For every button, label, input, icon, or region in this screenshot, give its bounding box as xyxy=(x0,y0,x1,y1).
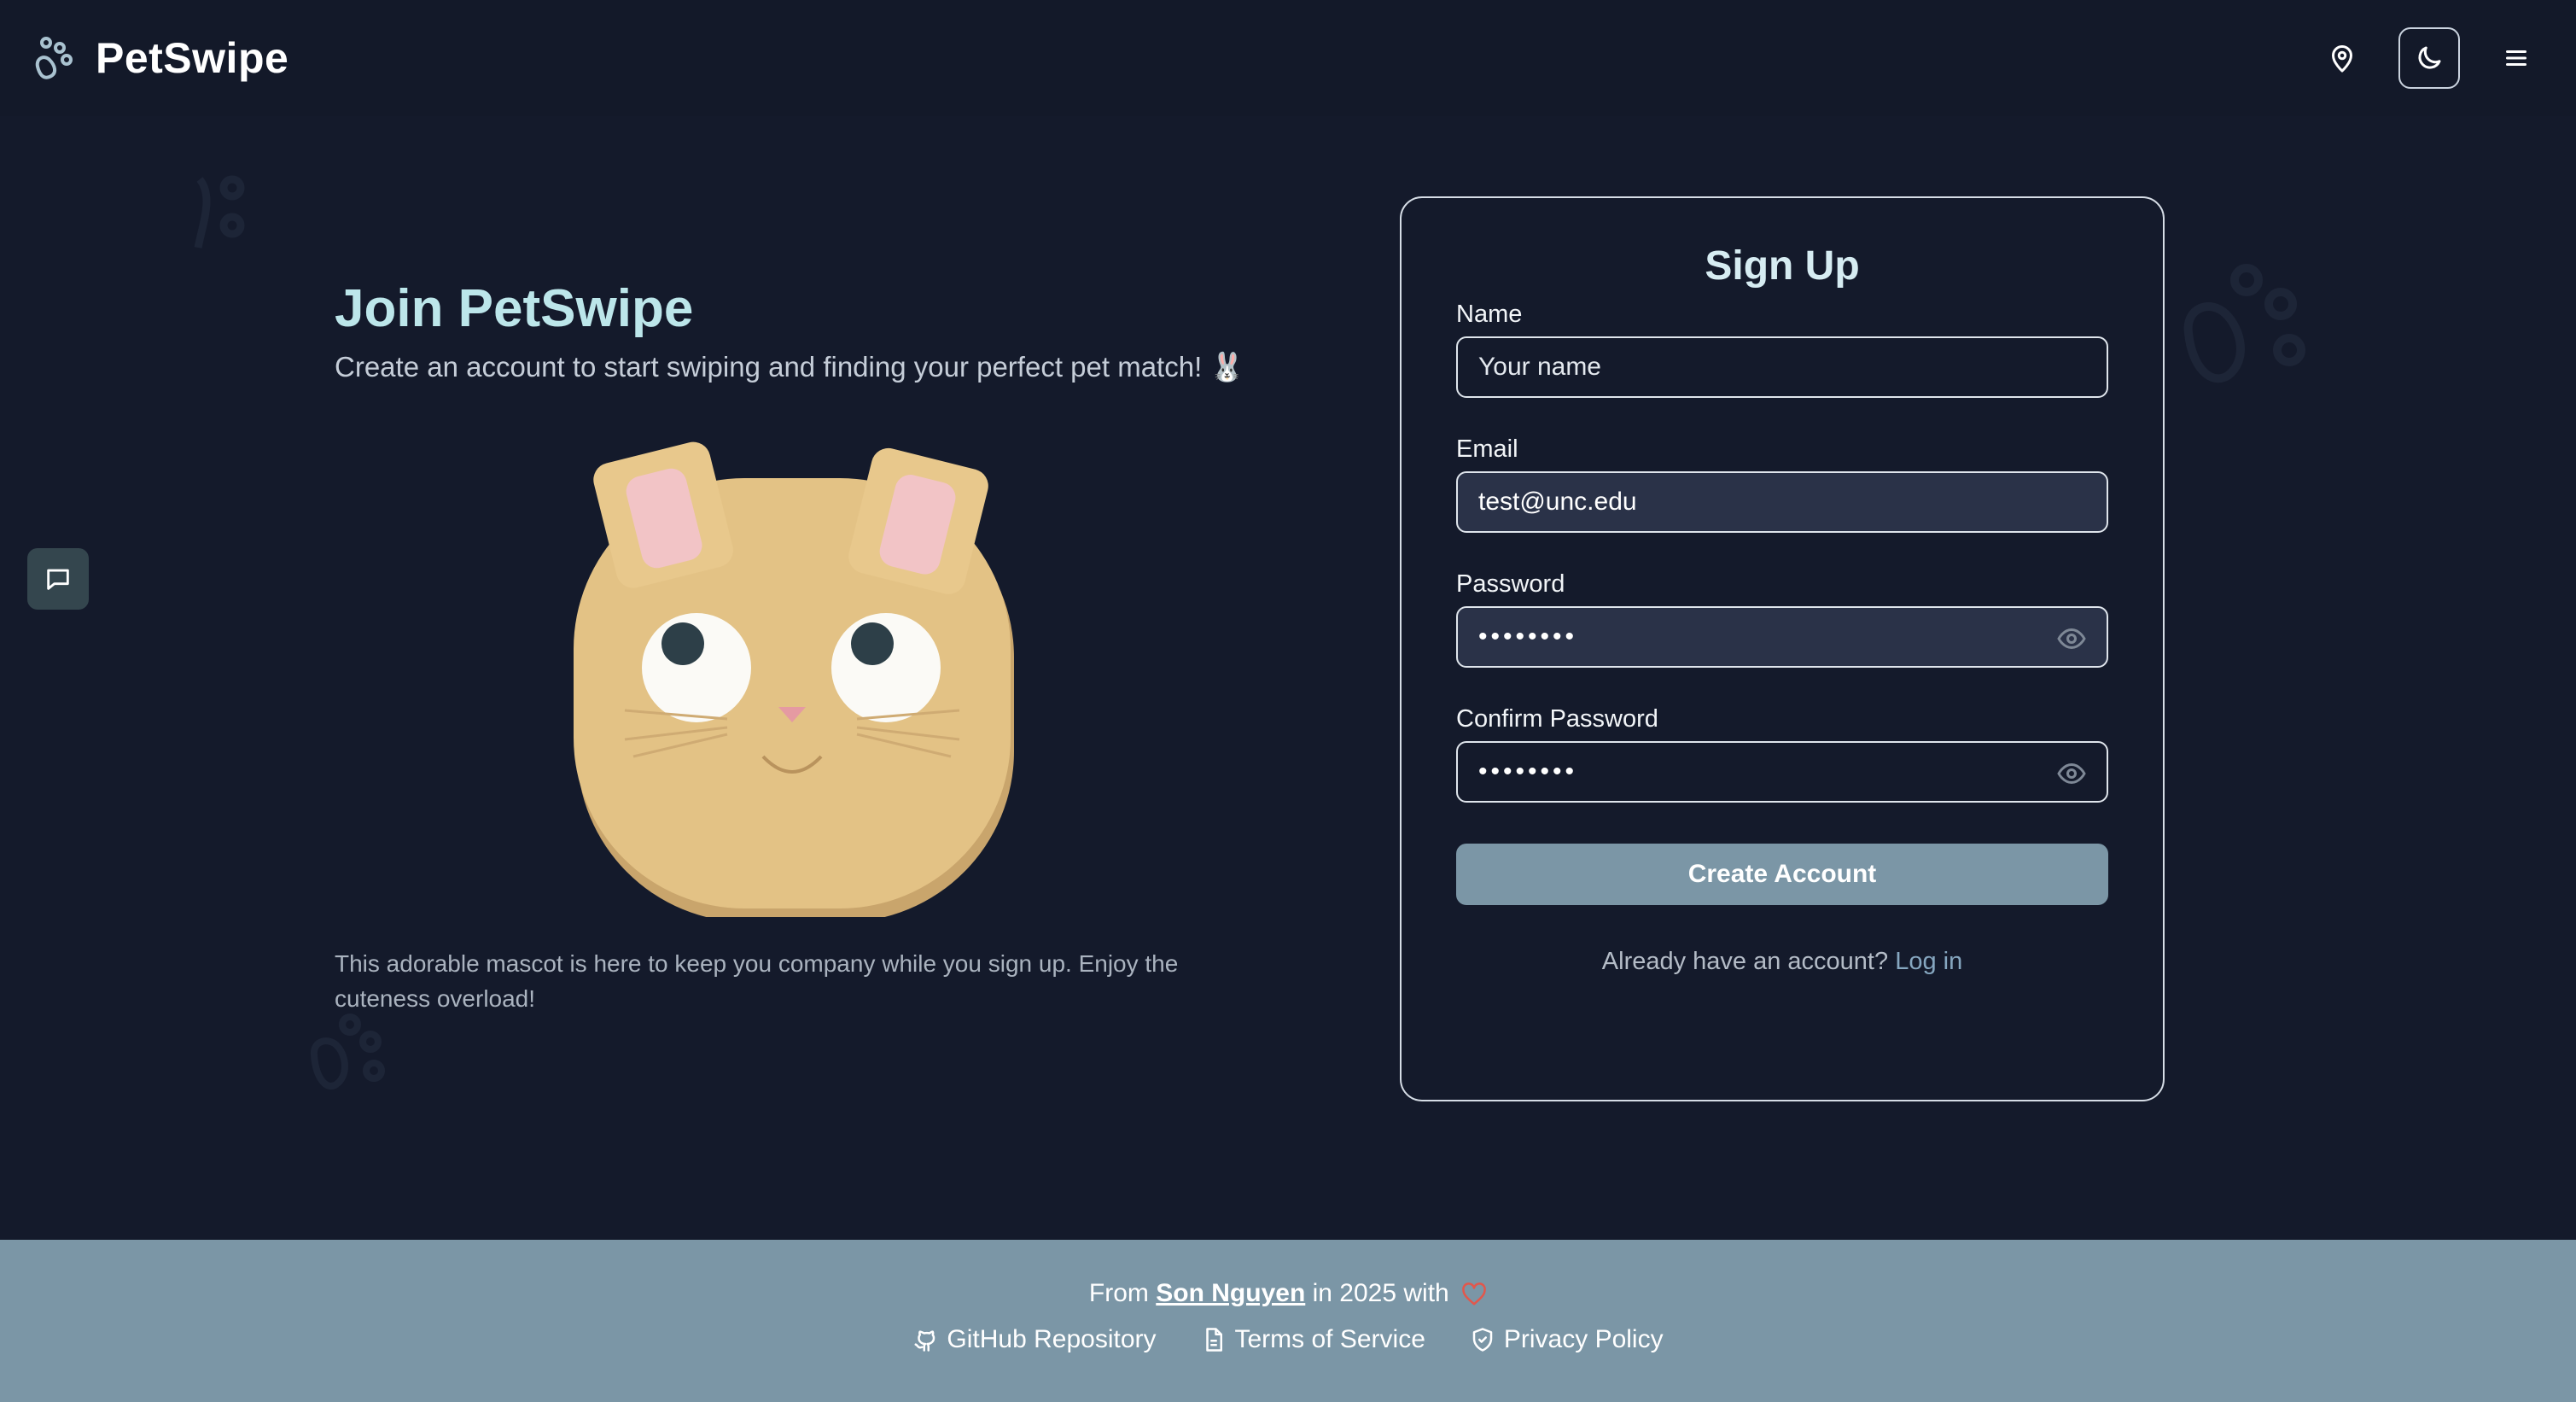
confirm-password-label: Confirm Password xyxy=(1456,705,1658,733)
login-prompt-row: Already have an account? Log in xyxy=(1456,948,2108,976)
menu-icon xyxy=(2501,43,2532,73)
footer-links: GitHub Repository Terms of Service Priva… xyxy=(0,1325,2576,1354)
intro-subtitle: Create an account to start swiping and f… xyxy=(335,351,1245,383)
terms-link-label: Terms of Service xyxy=(1234,1325,1425,1353)
email-input-box xyxy=(1456,471,2108,533)
github-link[interactable]: GitHub Repository xyxy=(912,1325,1157,1354)
privacy-link-label: Privacy Policy xyxy=(1503,1325,1664,1353)
message-icon xyxy=(44,564,73,593)
name-input-box xyxy=(1456,336,2108,398)
page: PetSwipe Join PetSwipe Create an account… xyxy=(0,0,2576,1402)
confirm-password-input[interactable]: •••••••• xyxy=(1456,741,2108,803)
footer: From Son Nguyen in 2025 with GitHub Repo… xyxy=(0,1240,2576,1402)
theme-toggle-button[interactable] xyxy=(2398,27,2460,89)
map-pin-icon xyxy=(2327,43,2357,73)
header-actions xyxy=(2311,27,2547,89)
decorative-paw-icon xyxy=(307,1013,393,1098)
location-button[interactable] xyxy=(2311,27,2373,89)
shield-check-icon xyxy=(1470,1327,1495,1352)
moon-icon xyxy=(2414,43,2445,73)
eye-icon[interactable] xyxy=(2055,758,2088,789)
password-value: •••••••• xyxy=(1478,622,1578,651)
terms-link[interactable]: Terms of Service xyxy=(1201,1325,1425,1354)
login-link[interactable]: Log in xyxy=(1895,948,1962,975)
name-label: Name xyxy=(1456,301,1523,328)
footer-from: From xyxy=(1088,1279,1149,1307)
footer-credit: From Son Nguyen in 2025 with xyxy=(0,1279,2576,1308)
email-input[interactable] xyxy=(1478,488,2086,517)
intro-section: Join PetSwipe Create an account to start… xyxy=(335,275,1273,1012)
mascot-caption: This adorable mascot is here to keep you… xyxy=(335,950,1179,1012)
chat-button[interactable] xyxy=(27,548,89,610)
eye-icon[interactable] xyxy=(2055,623,2088,654)
footer-year: in 2025 with xyxy=(1312,1279,1449,1307)
signup-title: Sign Up xyxy=(1705,243,1860,289)
email-label: Email xyxy=(1456,435,1518,463)
name-input[interactable] xyxy=(1478,353,2086,382)
brand[interactable]: PetSwipe xyxy=(29,32,288,84)
confirm-password-field-group: Confirm Password •••••••• xyxy=(1456,702,2108,803)
document-icon xyxy=(1201,1327,1227,1352)
password-input[interactable]: •••••••• xyxy=(1456,606,2108,668)
privacy-link[interactable]: Privacy Policy xyxy=(1470,1325,1664,1354)
decorative-paw-icon xyxy=(188,154,256,256)
confirm-password-value: •••••••• xyxy=(1478,757,1578,786)
name-field-group: Name xyxy=(1456,297,2108,398)
signup-card: Sign Up Name Email Password •••••••• xyxy=(1400,196,2165,1101)
email-field-group: Email xyxy=(1456,432,2108,533)
github-icon xyxy=(912,1327,938,1352)
password-field-group: Password •••••••• xyxy=(1456,567,2108,668)
author-link[interactable]: Son Nguyen xyxy=(1156,1279,1305,1307)
github-link-label: GitHub Repository xyxy=(947,1325,1157,1353)
intro-title: Join PetSwipe xyxy=(335,279,694,338)
decorative-paw-icon xyxy=(2180,256,2317,401)
heart-icon xyxy=(1461,1282,1487,1306)
create-account-button[interactable]: Create Account xyxy=(1456,844,2108,905)
menu-button[interactable] xyxy=(2486,27,2547,89)
mascot-illustration xyxy=(574,439,1034,917)
top-nav: PetSwipe xyxy=(0,0,2576,116)
password-label: Password xyxy=(1456,570,1565,598)
login-prompt: Already have an account? xyxy=(1601,948,1889,975)
brand-name: PetSwipe xyxy=(96,34,289,82)
paw-icon xyxy=(29,32,80,84)
